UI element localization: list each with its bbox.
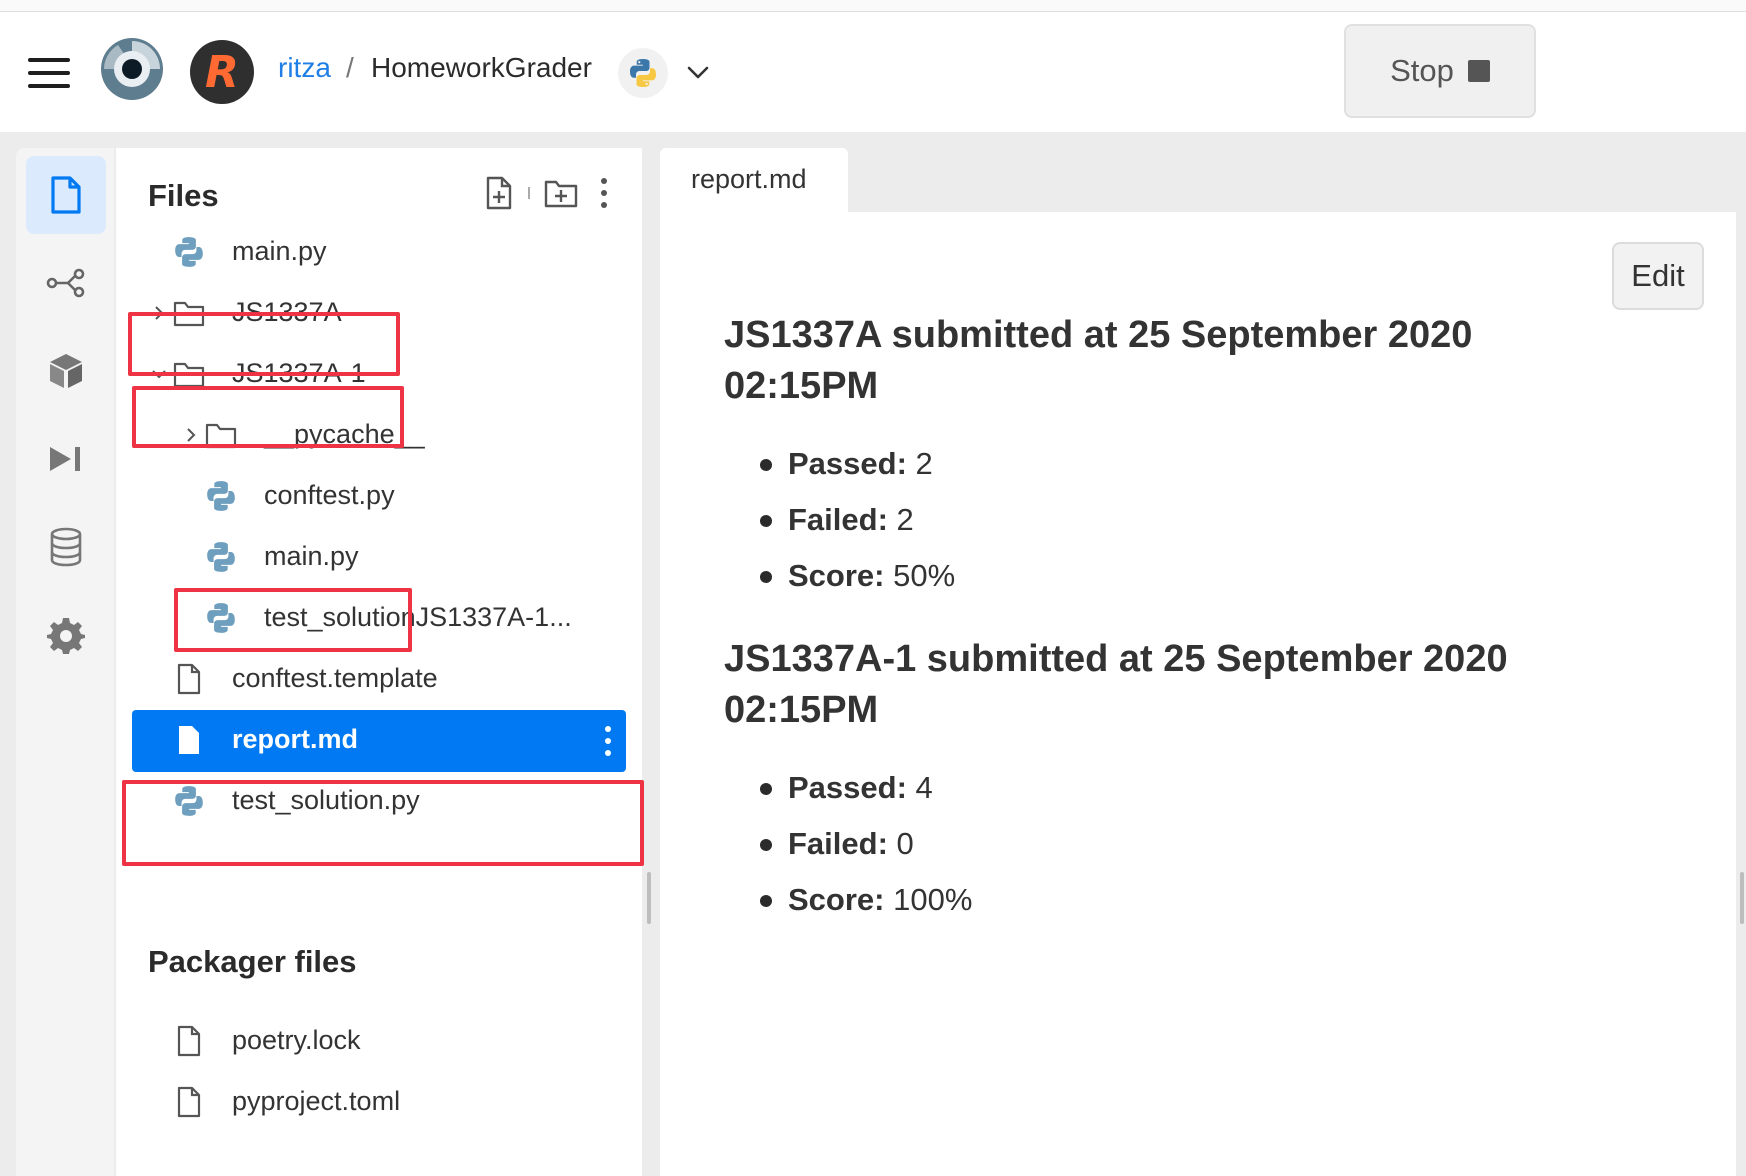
python-file-icon [175, 786, 203, 816]
files-panel: Files main.py JS1337A JS1337A-1 __pycach… [116, 148, 644, 1176]
files-title: Files [148, 178, 219, 213]
markdown-preview: Edit JS1337A submitted at 25 September 2… [660, 212, 1736, 1176]
chevron-right-icon[interactable] [182, 426, 200, 444]
chevron-down-icon[interactable] [685, 62, 711, 84]
avatar[interactable]: R [190, 40, 254, 104]
more-options-icon[interactable] [592, 176, 616, 210]
folder-item-js1337a[interactable]: JS1337A [116, 283, 642, 343]
python-file-icon [207, 481, 235, 511]
breadcrumb-separator: / [346, 52, 354, 83]
python-file-icon [207, 603, 235, 633]
new-folder-icon[interactable] [544, 178, 578, 208]
list-item: Score: 100% [724, 872, 1624, 928]
database-icon[interactable] [26, 508, 106, 586]
folder-icon [173, 362, 205, 388]
stop-icon [1467, 60, 1490, 82]
file-item-report-md[interactable]: report.md [132, 710, 626, 772]
list-item: Passed: 2 [724, 436, 1624, 492]
file-label: main.py [232, 236, 327, 266]
files-icon[interactable] [26, 156, 106, 234]
packages-icon[interactable] [26, 332, 106, 410]
version-control-icon[interactable] [26, 244, 106, 322]
chevron-down-icon[interactable] [150, 365, 168, 383]
python-file-icon [207, 542, 235, 572]
folder-item-js1337a-1[interactable]: JS1337A-1 [116, 344, 642, 404]
editor-area: report.md Edit JS1337A submitted at 25 S… [660, 148, 1736, 1176]
files-actions [484, 176, 616, 210]
file-label: main.py [264, 541, 359, 571]
file-item-pyproject-toml[interactable]: pyproject.toml [116, 1072, 642, 1132]
file-icon [177, 1025, 201, 1057]
list-item: Failed: 0 [724, 816, 1624, 872]
file-label: conftest.template [232, 663, 438, 693]
python-language-icon[interactable] [618, 48, 668, 98]
breadcrumb-user[interactable]: ritza [278, 52, 331, 84]
more-options-icon[interactable] [600, 724, 616, 758]
folder-label: JS1337A [232, 297, 342, 327]
file-label: report.md [232, 724, 359, 754]
file-icon [177, 1086, 201, 1118]
results-list: Passed: 4 Failed: 0 Score: 100% [724, 760, 1624, 928]
panel-resize-handle[interactable] [647, 872, 651, 924]
folder-label: __pycache__ [264, 419, 425, 449]
list-item: Failed: 2 [724, 492, 1624, 548]
file-icon [179, 726, 199, 754]
folder-item-pycache[interactable]: __pycache__ [116, 405, 642, 465]
packager-files-title: Packager files [148, 944, 357, 979]
file-item-test-solution-js1337a-1[interactable]: test_solutionJS1337A-1... [116, 588, 642, 648]
report-section-js1337a: JS1337A submitted at 25 September 2020 0… [724, 310, 1624, 604]
editor-scrollbar[interactable] [1740, 872, 1744, 924]
browser-top-strip [0, 0, 1746, 12]
folder-icon [205, 423, 237, 449]
list-item: Score: 50% [724, 548, 1624, 604]
actions-divider [528, 187, 530, 199]
file-label: pyproject.toml [232, 1086, 401, 1116]
file-item-nested-main-py[interactable]: main.py [116, 527, 642, 587]
file-icon [177, 663, 201, 695]
edit-button[interactable]: Edit [1612, 242, 1704, 310]
breadcrumb-repl-name[interactable]: HomeworkGrader [371, 52, 592, 84]
file-item-conftest-py[interactable]: conftest.py [116, 466, 642, 526]
file-label: test_solution.py [232, 785, 420, 815]
stop-button[interactable]: Stop [1344, 24, 1536, 118]
settings-icon[interactable] [26, 596, 106, 674]
replit-logo[interactable] [98, 35, 166, 103]
file-item-test-solution-py[interactable]: test_solution.py [116, 771, 642, 831]
list-item: Passed: 4 [724, 760, 1624, 816]
file-label: conftest.py [264, 480, 395, 510]
new-file-icon[interactable] [484, 176, 514, 210]
chevron-right-icon[interactable] [150, 304, 168, 322]
menu-icon[interactable] [28, 58, 70, 88]
section-heading: JS1337A submitted at 25 September 2020 0… [724, 314, 1473, 407]
file-label: test_solutionJS1337A-1... [264, 602, 572, 632]
left-rail [16, 148, 114, 1176]
section-heading: JS1337A-1 submitted at 25 September 2020… [724, 638, 1508, 731]
tab-label: report.md [691, 164, 807, 194]
file-item-poetry-lock[interactable]: poetry.lock [116, 1011, 642, 1071]
file-label: poetry.lock [232, 1025, 361, 1055]
folder-icon [173, 301, 205, 327]
folder-label: JS1337A-1 [232, 358, 366, 388]
results-list: Passed: 2 Failed: 2 Score: 50% [724, 436, 1624, 604]
debugger-icon[interactable] [26, 420, 106, 498]
stop-button-label: Stop [1390, 53, 1454, 88]
edit-button-label: Edit [1631, 258, 1685, 293]
report-section-js1337a-1: JS1337A-1 submitted at 25 September 2020… [724, 634, 1624, 928]
file-item-main-py[interactable]: main.py [116, 222, 642, 282]
header: R ritza / HomeworkGrader Stop [0, 12, 1746, 132]
python-file-icon [175, 237, 203, 267]
tab-report-md[interactable]: report.md [660, 148, 848, 212]
file-item-conftest-template[interactable]: conftest.template [116, 649, 642, 709]
